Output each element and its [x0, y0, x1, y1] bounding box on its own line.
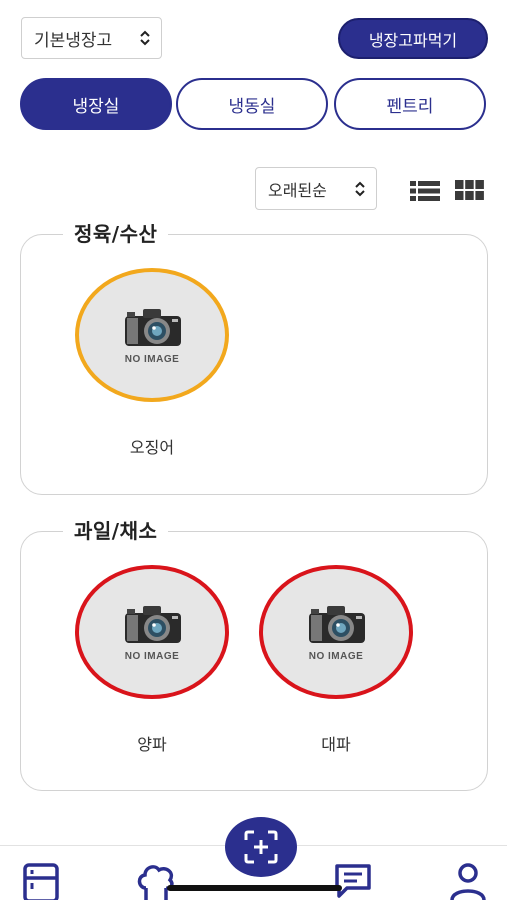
list-view-icon[interactable]	[410, 180, 440, 202]
camera-icon	[125, 308, 181, 346]
fridge-icon[interactable]	[22, 862, 60, 900]
grid-view-icon[interactable]	[455, 180, 484, 200]
eat-from-fridge-button[interactable]: 냉장고파먹기	[338, 18, 488, 59]
category-section: 과일/채소 NO IMAGE 양파 NO IMAGE 대파	[20, 515, 488, 791]
updown-chevron-icon	[355, 181, 365, 196]
sort-select-label: 오래된순	[268, 180, 327, 200]
food-item[interactable]: NO IMAGE 오징어	[73, 268, 231, 458]
tab-fridge[interactable]: 냉장실	[20, 78, 172, 130]
camera-icon	[125, 605, 181, 643]
tab-pantry[interactable]: 펜트리	[334, 78, 486, 130]
food-item-name: 양파	[137, 735, 167, 754]
no-image-label: NO IMAGE	[308, 650, 364, 662]
tab-freezer[interactable]: 냉동실	[176, 78, 328, 130]
category-section: 정육/수산 NO IMAGE 오징어	[20, 218, 488, 495]
food-thumbnail: NO IMAGE	[75, 268, 229, 402]
camera-icon	[309, 605, 365, 643]
updown-chevron-icon	[140, 30, 150, 46]
food-thumbnail: NO IMAGE	[75, 565, 229, 699]
chat-icon[interactable]	[333, 862, 373, 900]
food-item[interactable]: NO IMAGE 대파	[257, 565, 415, 755]
home-indicator	[167, 885, 342, 891]
fridge-select[interactable]: 기본냉장고	[21, 17, 162, 59]
no-image-label: NO IMAGE	[124, 650, 180, 662]
chef-hat-icon[interactable]	[135, 862, 177, 900]
section-title: 정육/수산	[63, 218, 169, 247]
fridge-select-label: 기본냉장고	[34, 30, 113, 51]
food-item-name: 오징어	[129, 438, 175, 457]
food-thumbnail: NO IMAGE	[259, 565, 413, 699]
food-item[interactable]: NO IMAGE 양파	[73, 565, 231, 755]
scan-add-icon	[244, 830, 278, 864]
no-image-label: NO IMAGE	[124, 353, 180, 365]
section-title: 과일/채소	[63, 515, 169, 544]
profile-icon[interactable]	[449, 862, 487, 900]
food-item-name: 대파	[321, 735, 351, 754]
scan-add-button[interactable]	[225, 817, 297, 877]
sort-select[interactable]: 오래된순	[255, 167, 377, 210]
